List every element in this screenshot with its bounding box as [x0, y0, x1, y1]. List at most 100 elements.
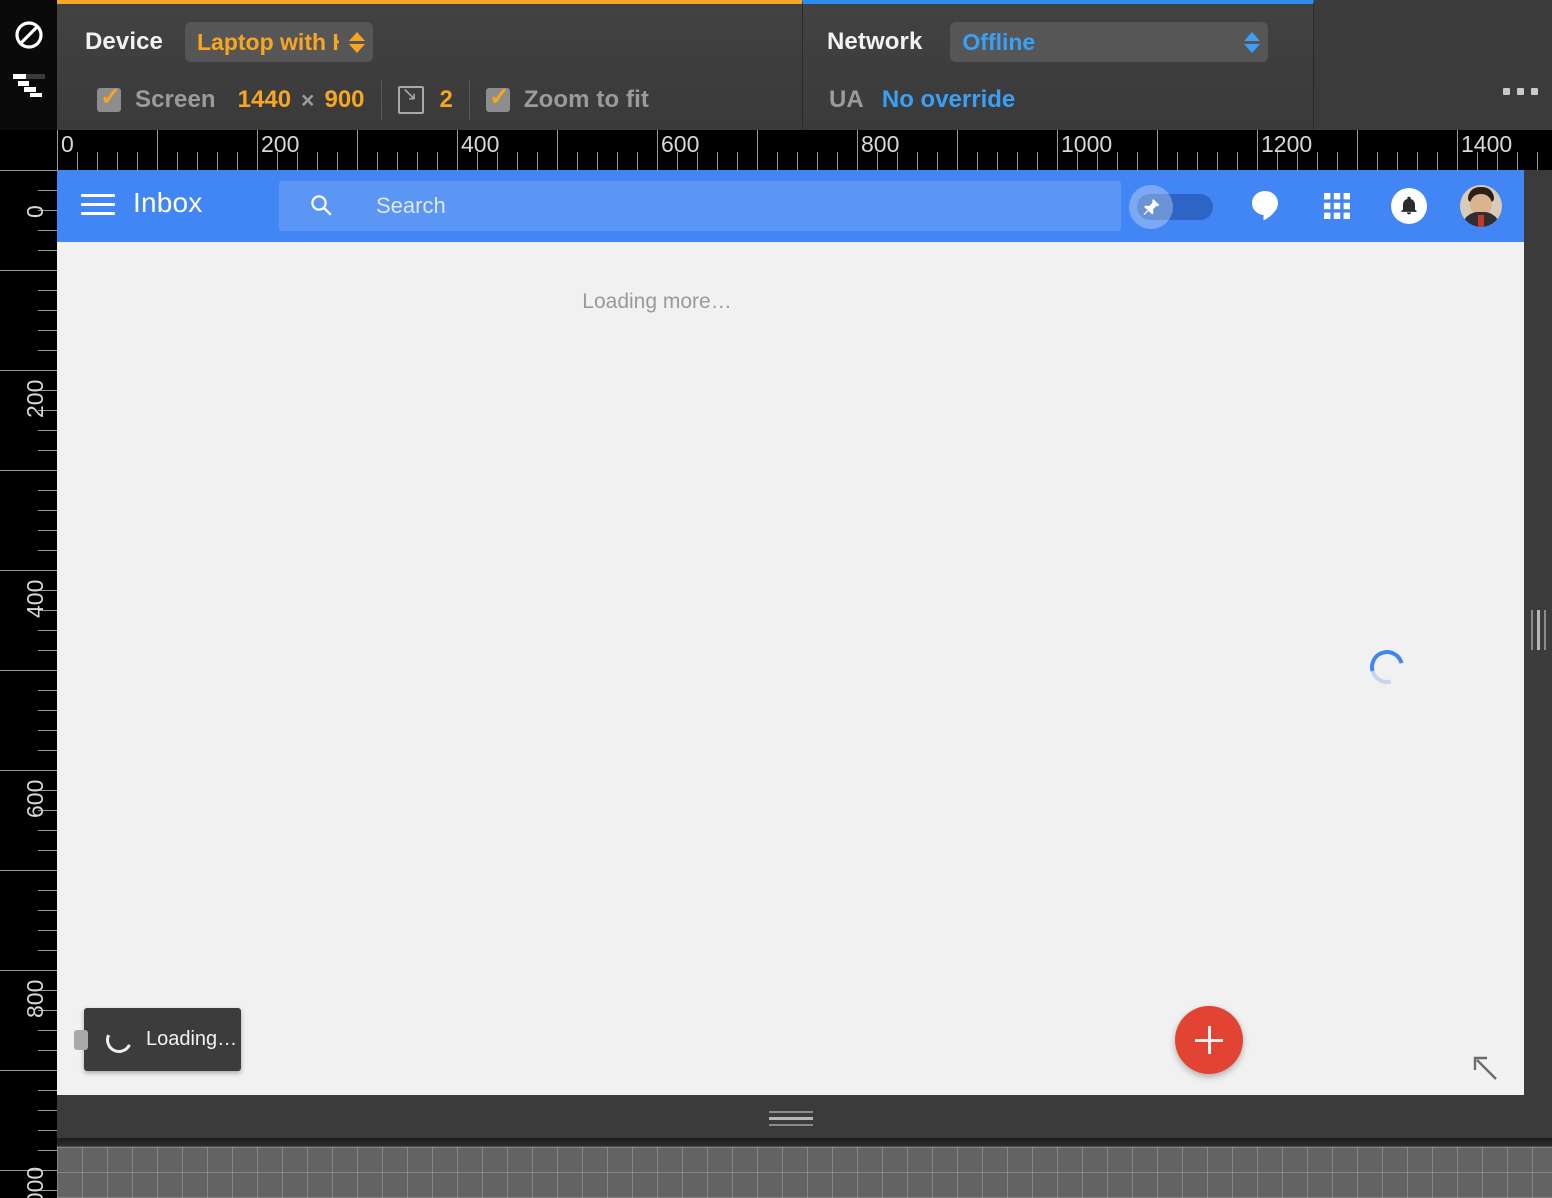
- ruler-tick-minor: [38, 1050, 57, 1051]
- ruler-tick-minor: [38, 350, 57, 351]
- ruler-label: 600: [661, 131, 700, 157]
- ruler-tick-minor: [1037, 152, 1038, 170]
- network-waterfall-icon[interactable]: [12, 68, 46, 102]
- times-symbol: ×: [301, 86, 315, 113]
- ruler-tick-minor: [38, 730, 57, 731]
- ruler-tick-minor: [377, 152, 378, 170]
- hangouts-icon[interactable]: [1242, 183, 1288, 229]
- ruler-tick-minor: [777, 152, 778, 170]
- viewport-width-handle[interactable]: [1525, 602, 1552, 658]
- ruler-tick-minor: [38, 650, 57, 651]
- ruler-tick-minor: [38, 1150, 57, 1151]
- ruler-tick-minor: [1377, 152, 1378, 170]
- screen-checkbox[interactable]: [97, 83, 121, 112]
- ruler-tick-minor: [1417, 152, 1418, 170]
- ruler-label: 600: [22, 779, 48, 818]
- ruler-tick-minor: [38, 1090, 57, 1091]
- ruler-tick-minor: [337, 152, 338, 170]
- loading-more-text: Loading more…: [582, 290, 732, 313]
- ruler-tick-minor: [577, 152, 578, 170]
- screen-width-input[interactable]: 1440: [238, 86, 291, 114]
- ruler-tick-major: [0, 770, 57, 771]
- stage-grid-background: [57, 1138, 1552, 1198]
- apps-grid-icon[interactable]: [1314, 183, 1360, 229]
- ruler-tick-minor: [397, 152, 398, 170]
- ruler-tick-minor: [177, 152, 178, 170]
- network-settings-panel: Network Offline UA No override: [802, 0, 1314, 130]
- ruler-label: 0: [22, 205, 48, 218]
- throttling-sidebar: [0, 0, 57, 130]
- ruler-tick-minor: [38, 850, 57, 851]
- ruler-label: 200: [22, 379, 48, 418]
- user-agent-label: UA: [829, 86, 864, 113]
- network-throttling-select[interactable]: Offline: [950, 22, 1269, 62]
- ruler-tick-major: [857, 130, 858, 170]
- ruler-tick-minor: [837, 152, 838, 170]
- chevron-updown-icon: [349, 31, 365, 53]
- app-header: Inbox Search: [57, 170, 1524, 242]
- menu-icon[interactable]: [81, 194, 115, 218]
- ruler-label: 1000: [1061, 131, 1113, 157]
- ruler-tick-minor: [38, 250, 57, 251]
- ruler-tick-minor: [437, 152, 438, 170]
- user-agent-value[interactable]: No override: [882, 86, 1015, 114]
- avatar[interactable]: [1458, 183, 1504, 229]
- vertical-ruler[interactable]: 0 200 400 600 800 1000: [0, 130, 57, 1198]
- ruler-tick-major: [0, 870, 57, 871]
- ruler-tick-minor: [38, 450, 57, 451]
- ruler-tick-major: [0, 370, 57, 371]
- ruler-tick-major: [0, 170, 57, 171]
- ruler-tick-minor: [38, 930, 57, 931]
- ruler-tick-minor: [117, 152, 118, 170]
- ruler-tick-minor: [1537, 152, 1538, 170]
- ruler-tick-minor: [77, 152, 78, 170]
- devtools-device-mode: Device Laptop with HiDPI s Screen 1440 ×…: [0, 0, 1552, 1198]
- search-input[interactable]: Search: [279, 181, 1121, 231]
- page-title: Inbox: [133, 187, 203, 218]
- ruler-tick-minor: [38, 330, 57, 331]
- toolbar-overflow-area: [1314, 0, 1552, 130]
- toast-spinner-icon: [102, 1022, 136, 1057]
- no-throttling-icon[interactable]: [12, 18, 46, 52]
- screen-height-input[interactable]: 900: [324, 86, 364, 114]
- ruler-tick-minor: [417, 152, 418, 170]
- ruler-tick-minor: [597, 152, 598, 170]
- ruler-tick-major: [0, 670, 57, 671]
- device-viewport: Inbox Search Loading more… Loading…: [57, 170, 1524, 1095]
- ruler-tick-minor: [38, 230, 57, 231]
- ruler-tick-minor: [977, 152, 978, 170]
- toast-label: Loading…: [146, 1028, 238, 1050]
- ruler-tick-major: [1057, 130, 1058, 170]
- dpr-input[interactable]: 2: [440, 86, 453, 114]
- ruler-tick-minor: [1017, 152, 1018, 170]
- ruler-tick-major: [957, 130, 958, 170]
- ruler-tick-major: [557, 130, 558, 170]
- ruler-tick-minor: [1317, 152, 1318, 170]
- notifications-bell-icon[interactable]: [1386, 183, 1432, 229]
- ruler-tick-major: [0, 1070, 57, 1071]
- ruler-label: 1400: [1461, 131, 1513, 157]
- pin-toggle[interactable]: [1129, 185, 1213, 229]
- ruler-tick-minor: [997, 152, 998, 170]
- ruler-tick-minor: [1117, 152, 1118, 170]
- ruler-tick-minor: [137, 152, 138, 170]
- ruler-tick-minor: [1217, 152, 1218, 170]
- ruler-label: 800: [861, 131, 900, 157]
- more-options-icon[interactable]: [1503, 88, 1538, 95]
- horizontal-ruler[interactable]: 0 200 400 600 800 1000 1200 1400: [0, 130, 1552, 170]
- ruler-tick-minor: [38, 950, 57, 951]
- ruler-tick-major: [257, 130, 258, 170]
- ruler-tick-minor: [537, 152, 538, 170]
- ruler-tick-minor: [1137, 152, 1138, 170]
- zoom-to-fit-checkbox[interactable]: [485, 83, 510, 112]
- viewport-resize-handle[interactable]: [1471, 1054, 1499, 1082]
- compose-fab[interactable]: [1175, 1006, 1243, 1074]
- ruler-tick-minor: [38, 910, 57, 911]
- ruler-tick-minor: [617, 152, 618, 170]
- ruler-tick-minor: [38, 710, 57, 711]
- ruler-tick-minor: [1237, 152, 1238, 170]
- device-select[interactable]: Laptop with HiDPI s: [185, 22, 373, 62]
- ruler-tick-minor: [38, 290, 57, 291]
- toast-nub: [74, 1030, 88, 1050]
- viewport-height-handle[interactable]: [57, 1098, 1524, 1138]
